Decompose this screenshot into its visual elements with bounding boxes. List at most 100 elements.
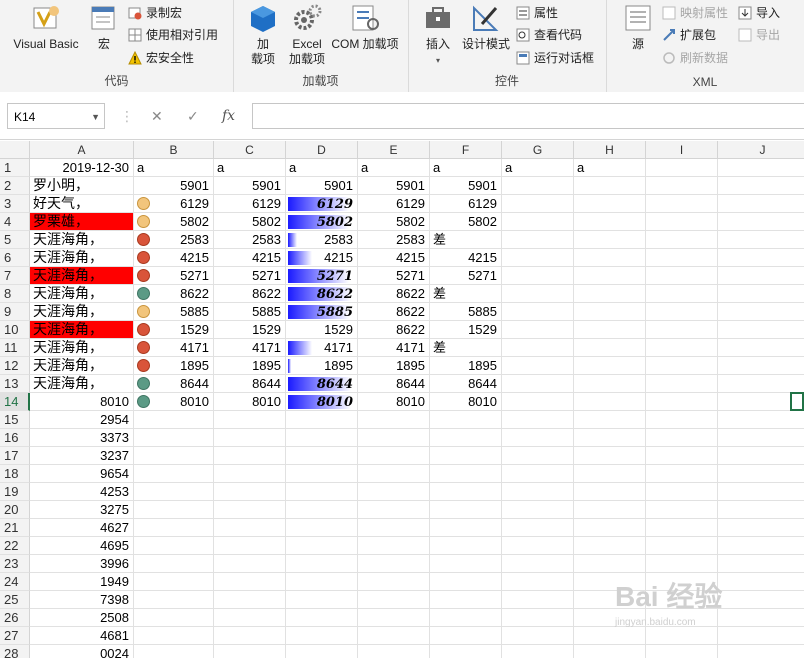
cell-b21[interactable] bbox=[134, 519, 214, 537]
select-all-corner[interactable] bbox=[0, 141, 30, 159]
cell-c4[interactable]: 5802 bbox=[214, 213, 286, 231]
cell-c14[interactable]: 8010 bbox=[214, 393, 286, 411]
record-macro-button[interactable]: 录制宏 bbox=[128, 4, 182, 22]
enter-icon[interactable]: ✓ bbox=[187, 108, 199, 125]
cell-a17[interactable]: 3237 bbox=[30, 447, 134, 465]
cell-c18[interactable] bbox=[214, 465, 286, 483]
cell-a28[interactable]: 0024 bbox=[30, 645, 134, 658]
cell-b2[interactable]: 5901 bbox=[134, 177, 214, 195]
cell-i1[interactable] bbox=[646, 159, 718, 177]
cell-d21[interactable] bbox=[286, 519, 358, 537]
cell-h21[interactable] bbox=[574, 519, 646, 537]
cell-a8[interactable]: 天涯海角， bbox=[30, 285, 134, 303]
cell-a3[interactable]: 好天气， bbox=[30, 195, 134, 213]
cell-a4[interactable]: 罗栗雄， bbox=[30, 213, 134, 231]
cell-e13[interactable]: 8644 bbox=[358, 375, 430, 393]
cell-a2[interactable]: 罗小明， bbox=[30, 177, 134, 195]
cell-h17[interactable] bbox=[574, 447, 646, 465]
cell-h1[interactable]: a bbox=[574, 159, 646, 177]
cell-f2[interactable]: 5901 bbox=[430, 177, 502, 195]
row-header-22[interactable]: 22 bbox=[0, 537, 30, 555]
cell-j15[interactable] bbox=[718, 411, 804, 429]
cell-i8[interactable] bbox=[646, 285, 718, 303]
cell-g8[interactable] bbox=[502, 285, 574, 303]
cell-d12[interactable]: 1895 bbox=[286, 357, 358, 375]
cell-j21[interactable] bbox=[718, 519, 804, 537]
cell-b13[interactable]: 8644 bbox=[134, 375, 214, 393]
row-header-17[interactable]: 17 bbox=[0, 447, 30, 465]
column-header-c[interactable]: C bbox=[214, 141, 286, 159]
row-header-27[interactable]: 27 bbox=[0, 627, 30, 645]
cell-j1[interactable] bbox=[718, 159, 804, 177]
cell-h23[interactable] bbox=[574, 555, 646, 573]
cell-g22[interactable] bbox=[502, 537, 574, 555]
cell-e12[interactable]: 1895 bbox=[358, 357, 430, 375]
cell-e10[interactable]: 8622 bbox=[358, 321, 430, 339]
cell-j13[interactable] bbox=[718, 375, 804, 393]
cell-c7[interactable]: 5271 bbox=[214, 267, 286, 285]
cell-b4[interactable]: 5802 bbox=[134, 213, 214, 231]
cell-j22[interactable] bbox=[718, 537, 804, 555]
cell-i18[interactable] bbox=[646, 465, 718, 483]
cell-a18[interactable]: 9654 bbox=[30, 465, 134, 483]
cell-g10[interactable] bbox=[502, 321, 574, 339]
column-header-d[interactable]: D bbox=[286, 141, 358, 159]
cell-g2[interactable] bbox=[502, 177, 574, 195]
cell-g18[interactable] bbox=[502, 465, 574, 483]
cell-f15[interactable] bbox=[430, 411, 502, 429]
cell-j11[interactable] bbox=[718, 339, 804, 357]
cell-h9[interactable] bbox=[574, 303, 646, 321]
cell-c23[interactable] bbox=[214, 555, 286, 573]
cell-d26[interactable] bbox=[286, 609, 358, 627]
cell-e4[interactable]: 5802 bbox=[358, 213, 430, 231]
cell-e21[interactable] bbox=[358, 519, 430, 537]
cell-h16[interactable] bbox=[574, 429, 646, 447]
cell-g19[interactable] bbox=[502, 483, 574, 501]
cell-b28[interactable] bbox=[134, 645, 214, 658]
cell-d27[interactable] bbox=[286, 627, 358, 645]
cell-e16[interactable] bbox=[358, 429, 430, 447]
row-header-15[interactable]: 15 bbox=[0, 411, 30, 429]
cell-d6[interactable]: 4215 bbox=[286, 249, 358, 267]
cell-h3[interactable] bbox=[574, 195, 646, 213]
view-code-button[interactable]: 查看代码 bbox=[516, 26, 582, 44]
cell-g9[interactable] bbox=[502, 303, 574, 321]
cell-i4[interactable] bbox=[646, 213, 718, 231]
visual-basic-button[interactable]: Visual Basic bbox=[8, 2, 84, 52]
cell-f3[interactable]: 6129 bbox=[430, 195, 502, 213]
cell-d2[interactable]: 5901 bbox=[286, 177, 358, 195]
cell-c13[interactable]: 8644 bbox=[214, 375, 286, 393]
cell-e14[interactable]: 8010 bbox=[358, 393, 430, 411]
cell-b16[interactable] bbox=[134, 429, 214, 447]
cell-j17[interactable] bbox=[718, 447, 804, 465]
cell-c15[interactable] bbox=[214, 411, 286, 429]
cell-h18[interactable] bbox=[574, 465, 646, 483]
cell-b11[interactable]: 4171 bbox=[134, 339, 214, 357]
row-header-25[interactable]: 25 bbox=[0, 591, 30, 609]
cell-d1[interactable]: a bbox=[286, 159, 358, 177]
cell-b25[interactable] bbox=[134, 591, 214, 609]
row-header-4[interactable]: 4 bbox=[0, 213, 30, 231]
cell-c24[interactable] bbox=[214, 573, 286, 591]
cell-g1[interactable]: a bbox=[502, 159, 574, 177]
cell-e19[interactable] bbox=[358, 483, 430, 501]
cell-a15[interactable]: 2954 bbox=[30, 411, 134, 429]
cell-b15[interactable] bbox=[134, 411, 214, 429]
cell-d28[interactable] bbox=[286, 645, 358, 658]
cell-c25[interactable] bbox=[214, 591, 286, 609]
cell-f26[interactable] bbox=[430, 609, 502, 627]
cell-c22[interactable] bbox=[214, 537, 286, 555]
cell-h22[interactable] bbox=[574, 537, 646, 555]
cell-j23[interactable] bbox=[718, 555, 804, 573]
cell-a27[interactable]: 4681 bbox=[30, 627, 134, 645]
cell-f17[interactable] bbox=[430, 447, 502, 465]
row-header-16[interactable]: 16 bbox=[0, 429, 30, 447]
cell-g12[interactable] bbox=[502, 357, 574, 375]
cell-c28[interactable] bbox=[214, 645, 286, 658]
row-header-12[interactable]: 12 bbox=[0, 357, 30, 375]
cell-b24[interactable] bbox=[134, 573, 214, 591]
cell-a26[interactable]: 2508 bbox=[30, 609, 134, 627]
cell-f20[interactable] bbox=[430, 501, 502, 519]
cell-a10[interactable]: 天涯海角， bbox=[30, 321, 134, 339]
cell-e7[interactable]: 5271 bbox=[358, 267, 430, 285]
